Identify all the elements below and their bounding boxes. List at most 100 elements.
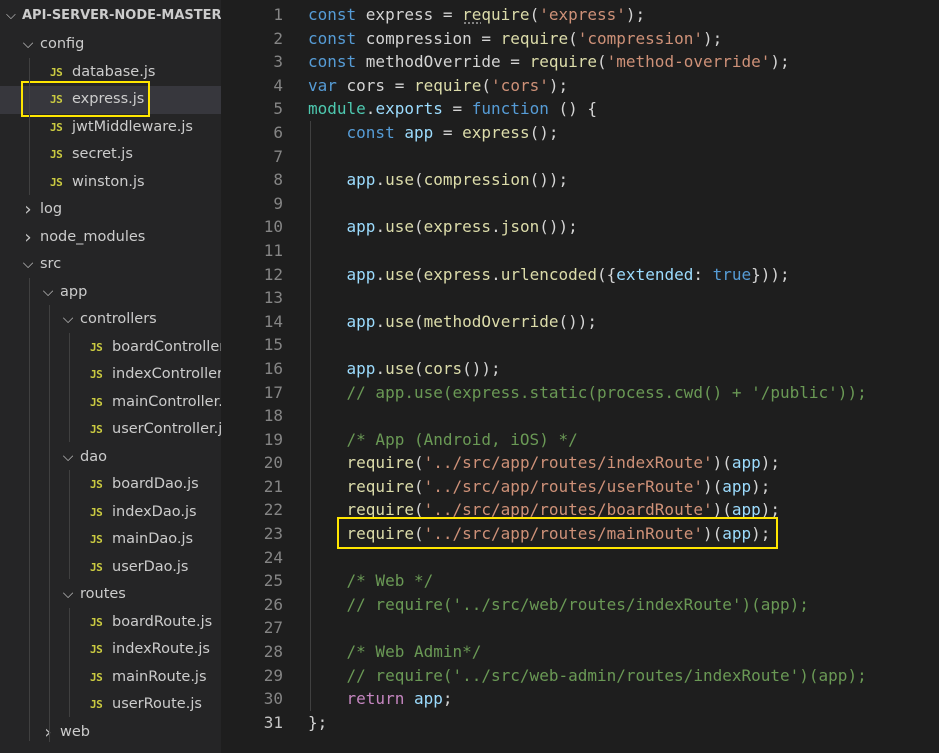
code-token: ( bbox=[413, 524, 424, 544]
code-line[interactable]: return app; bbox=[308, 687, 939, 711]
folder-routes[interactable]: ⌵ routes bbox=[0, 581, 221, 609]
folder-web[interactable]: › web bbox=[0, 719, 221, 747]
explorer-root-header[interactable]: ⌵ API-SERVER-NODE-MASTER bbox=[0, 5, 221, 27]
file-maindao-js[interactable]: JS mainDao.js bbox=[0, 526, 221, 554]
tree-item-label: dao bbox=[80, 448, 107, 465]
code-line[interactable] bbox=[308, 616, 939, 640]
code-token: () { bbox=[548, 99, 598, 119]
folder-controllers[interactable]: ⌵ controllers bbox=[0, 306, 221, 334]
js-file-icon: JS bbox=[50, 148, 63, 161]
code-token: ); bbox=[625, 5, 646, 24]
code-token: return bbox=[346, 689, 414, 709]
code-line[interactable]: require('../src/app/routes/mainRoute')(a… bbox=[308, 522, 939, 546]
code-line[interactable]: }; bbox=[308, 711, 939, 735]
tree-item-label: userRoute.js bbox=[112, 696, 202, 712]
code-line[interactable]: const express = require('express'); bbox=[308, 3, 939, 27]
code-line[interactable]: require('../src/app/routes/boardRoute')(… bbox=[308, 498, 939, 522]
code-line[interactable]: var cors = require('cors'); bbox=[308, 74, 939, 98]
code-area[interactable]: const express = require('express'); const… bbox=[308, 3, 939, 734]
code-token: // app.use(express.static(process.cwd() … bbox=[346, 382, 867, 402]
code-token: ()); bbox=[529, 170, 569, 190]
folder-config[interactable]: ⌵ config bbox=[0, 31, 221, 59]
code-token: // require('../src/web/routes/indexRoute… bbox=[346, 594, 809, 614]
file-userroute-js[interactable]: JS userRoute.js bbox=[0, 691, 221, 719]
file-boarddao-js[interactable]: JS boardDao.js bbox=[0, 471, 221, 499]
line-number: 26 bbox=[263, 594, 283, 614]
file-boardcontroller-js[interactable]: JS boardController.js bbox=[0, 334, 221, 362]
code-token: '../src/app/routes/mainRoute' bbox=[423, 524, 703, 544]
file-jwtmiddleware-js[interactable]: JS jwtMiddleware.js bbox=[0, 114, 221, 142]
code-line[interactable]: // require('../src/web/routes/indexRoute… bbox=[308, 593, 939, 617]
code-line[interactable]: app.use(cors()); bbox=[308, 357, 939, 381]
code-token: )( bbox=[712, 500, 732, 520]
code-token: : bbox=[693, 264, 713, 284]
code-line[interactable]: /* App (Android, iOS) */ bbox=[308, 428, 939, 452]
folder-app[interactable]: ⌵ app bbox=[0, 279, 221, 307]
line-number: 31 bbox=[263, 712, 283, 732]
code-token: app bbox=[346, 358, 376, 378]
line-number: 28 bbox=[263, 642, 283, 662]
file-boardroute-js[interactable]: JS boardRoute.js bbox=[0, 609, 221, 637]
code-line[interactable]: app.use(express.json()); bbox=[308, 215, 939, 239]
folder-log[interactable]: › log bbox=[0, 196, 221, 224]
folder-dao[interactable]: ⌵ dao bbox=[0, 444, 221, 472]
file-express-js[interactable]: JS express.js bbox=[0, 86, 221, 114]
code-line[interactable] bbox=[308, 546, 939, 570]
line-number: 4 bbox=[273, 75, 283, 95]
file-indexcontroller-js[interactable]: JS indexController.js bbox=[0, 361, 221, 389]
file-indexdao-js[interactable]: JS indexDao.js bbox=[0, 499, 221, 527]
tree-item-label: userDao.js bbox=[112, 558, 189, 575]
file-winston-js[interactable]: JS winston.js bbox=[0, 169, 221, 197]
code-line[interactable]: /* Web */ bbox=[308, 569, 939, 593]
line-number: 12 bbox=[263, 264, 283, 284]
code-token: ( bbox=[413, 264, 424, 284]
code-token: )( bbox=[702, 524, 723, 544]
code-token: ( bbox=[413, 358, 424, 378]
indent-guide bbox=[29, 278, 30, 741]
code-editor[interactable]: 1 2 3 4 5 6 7 8 9 10 11 12 13 14 15 16 17 18 19 20 21 22 23 24 2… bbox=[221, 0, 939, 753]
code-line[interactable]: // app.use(express.static(process.cwd() … bbox=[308, 381, 939, 405]
code-line[interactable]: const methodOverride = require('method-o… bbox=[308, 50, 939, 74]
code-line[interactable] bbox=[308, 145, 939, 169]
chevron-right-icon: › bbox=[24, 199, 32, 220]
code-line[interactable]: const app = express(); bbox=[308, 121, 939, 145]
code-line[interactable]: const compression = require('compression… bbox=[308, 27, 939, 51]
code-token: ()); bbox=[462, 358, 501, 378]
file-usercontroller-js[interactable]: JS userController.js bbox=[0, 416, 221, 444]
file-mainroute-js[interactable]: JS mainRoute.js bbox=[0, 664, 221, 692]
code-line[interactable]: module.exports = function () { bbox=[308, 97, 939, 121]
file-indexroute-js[interactable]: JS indexRoute.js bbox=[0, 636, 221, 664]
code-token: ); bbox=[760, 453, 781, 473]
code-line[interactable] bbox=[308, 404, 939, 428]
code-token: . bbox=[375, 170, 386, 190]
code-line[interactable]: app.use(express.urlencoded({extended: tr… bbox=[308, 263, 939, 287]
file-userdao-js[interactable]: JS userDao.js bbox=[0, 554, 221, 582]
code-line[interactable] bbox=[308, 286, 939, 310]
folder-node-modules[interactable]: › node_modules bbox=[0, 224, 221, 252]
code-line[interactable]: app.use(methodOverride()); bbox=[308, 310, 939, 334]
code-line[interactable]: require('../src/app/routes/indexRoute')(… bbox=[308, 451, 939, 475]
tree-item-label: log bbox=[40, 201, 63, 217]
code-token: require bbox=[346, 453, 414, 473]
folder-src[interactable]: ⌵ src bbox=[0, 251, 221, 279]
code-line[interactable]: // require('../src/web-admin/routes/inde… bbox=[308, 664, 939, 688]
code-line[interactable]: app.use(compression()); bbox=[308, 168, 939, 192]
js-file-icon: JS bbox=[90, 368, 103, 381]
chevron-right-icon: › bbox=[24, 226, 32, 248]
chevron-down-icon: ⌵ bbox=[22, 36, 34, 52]
code-line[interactable] bbox=[308, 333, 939, 357]
code-line[interactable] bbox=[308, 239, 939, 263]
code-line[interactable]: require('../src/app/routes/userRoute')(a… bbox=[308, 475, 939, 499]
file-secret-js[interactable]: JS secret.js bbox=[0, 141, 221, 169]
code-line[interactable] bbox=[308, 192, 939, 216]
code-line[interactable]: /* Web Admin*/ bbox=[308, 640, 939, 664]
line-number: 9 bbox=[273, 193, 283, 213]
file-maincontroller-js[interactable]: JS mainController.js bbox=[0, 389, 221, 417]
file-database-js[interactable]: JS database.js bbox=[0, 59, 221, 87]
code-token: use bbox=[385, 217, 414, 237]
code-token: require bbox=[413, 75, 482, 95]
